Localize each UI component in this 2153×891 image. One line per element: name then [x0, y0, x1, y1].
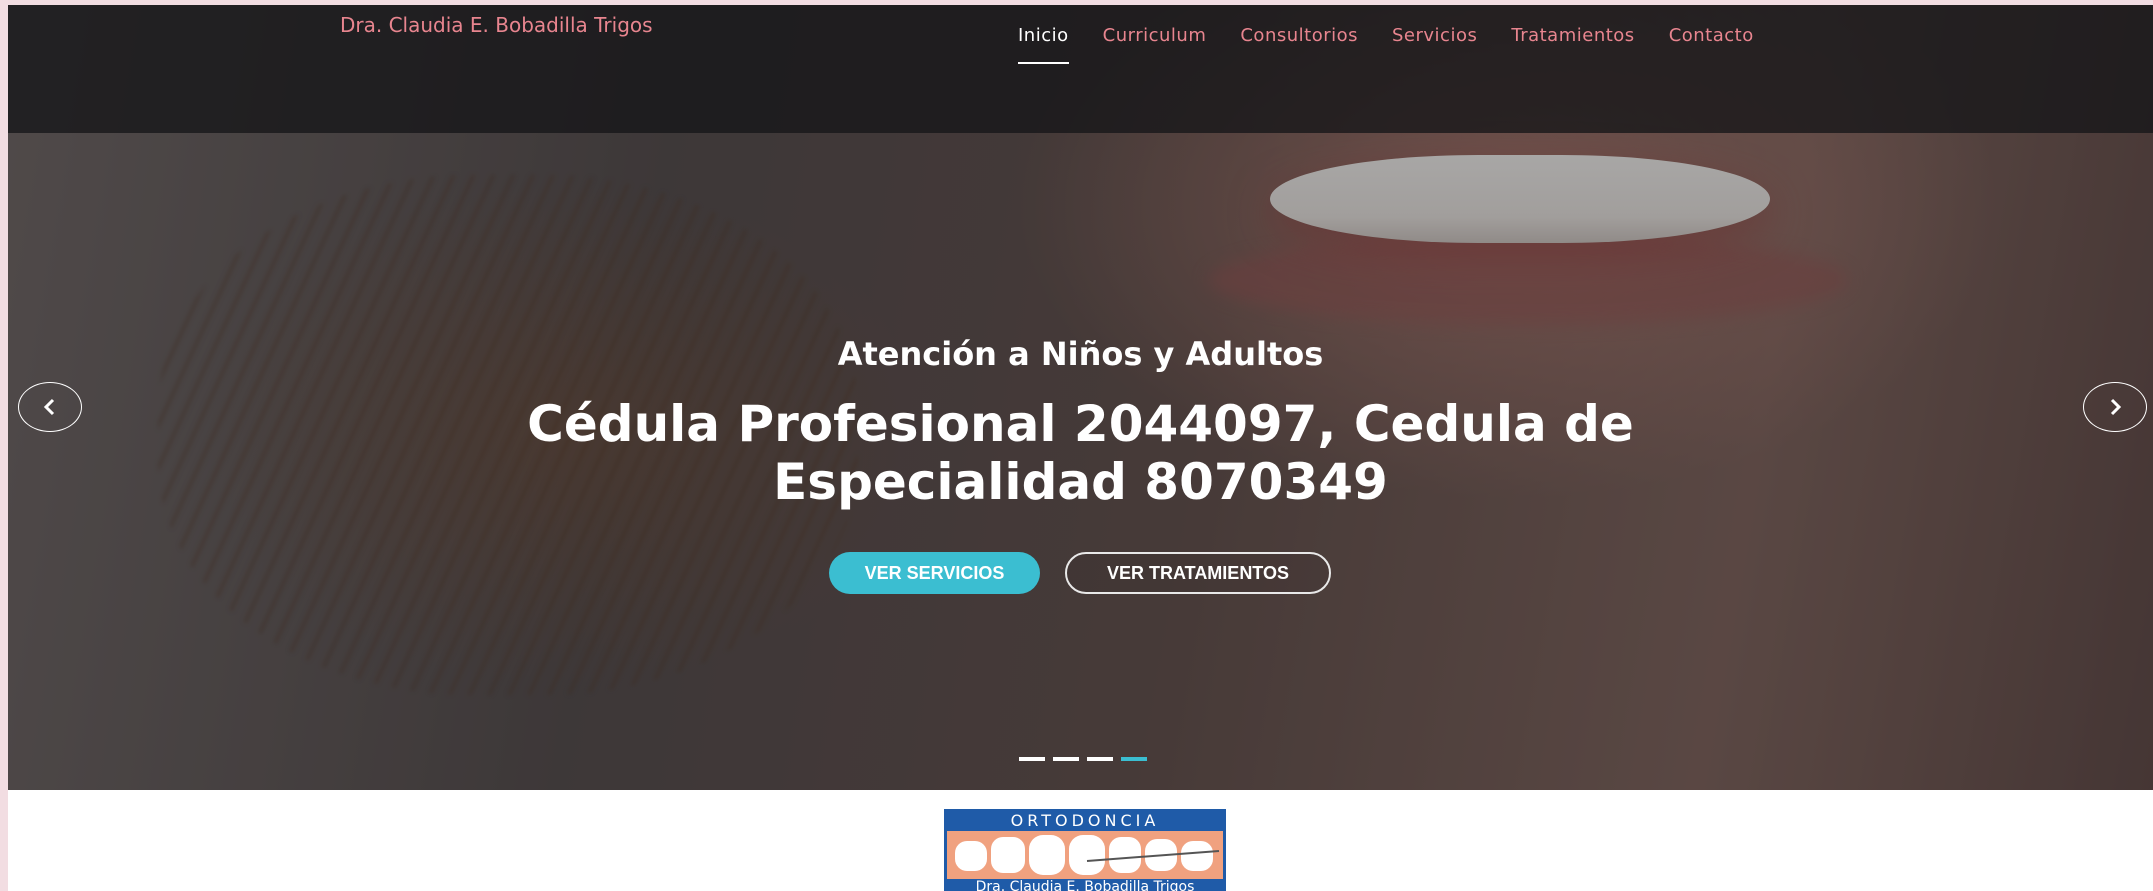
slider-next-button[interactable]: [2083, 382, 2147, 432]
logo-teeth-image: [947, 831, 1223, 879]
ver-servicios-button[interactable]: VER SERVICIOS: [829, 552, 1040, 594]
slider-prev-button[interactable]: [18, 382, 82, 432]
slide-title-line-1: Cédula Profesional 2044097, Cedula de: [527, 395, 1634, 453]
nav-item-consultorios[interactable]: Consultorios: [1240, 25, 1358, 46]
ver-tratamientos-button[interactable]: VER TRATAMIENTOS: [1065, 552, 1331, 594]
site-header: Dra. Claudia E. Bobadilla Trigos Inicio …: [8, 5, 2153, 133]
nav-item-contacto[interactable]: Contacto: [1669, 25, 1754, 46]
slide-title-line-2: Especialidad 8070349: [773, 453, 1388, 511]
hero-slider: Dra. Claudia E. Bobadilla Trigos Inicio …: [8, 5, 2153, 790]
site-brand[interactable]: Dra. Claudia E. Bobadilla Trigos: [340, 13, 653, 37]
slide-subtitle: Atención a Niños y Adultos: [837, 335, 1324, 373]
logo-top-text: ORTODONCIA: [1010, 811, 1160, 830]
slide-indicator-2[interactable]: [1053, 757, 1079, 761]
ortodoncia-logo: ORTODONCIA Dra. Claudia E. Bobadilla Tri…: [944, 809, 1226, 891]
slider-indicators: [1019, 757, 1147, 761]
slide-indicator-4[interactable]: [1121, 757, 1147, 761]
nav-item-curriculum[interactable]: Curriculum: [1103, 25, 1207, 46]
nav-item-tratamientos[interactable]: Tratamientos: [1511, 25, 1634, 46]
slide-indicator-1[interactable]: [1019, 757, 1045, 761]
chevron-left-icon: [43, 398, 55, 416]
slide-title: Cédula Profesional 2044097, Cedula de Es…: [8, 395, 2153, 511]
logo-bottom-text: Dra. Claudia E. Bobadilla Trigos: [975, 879, 1195, 891]
nav-item-servicios[interactable]: Servicios: [1392, 25, 1477, 46]
main-nav: Inicio Curriculum Consultorios Servicios…: [1018, 25, 1754, 64]
page: Dra. Claudia E. Bobadilla Trigos Inicio …: [8, 5, 2153, 891]
nav-item-inicio[interactable]: Inicio: [1018, 25, 1069, 64]
slide-indicator-3[interactable]: [1087, 757, 1113, 761]
chevron-right-icon: [2110, 398, 2122, 416]
teeth-icon: [947, 831, 1223, 879]
